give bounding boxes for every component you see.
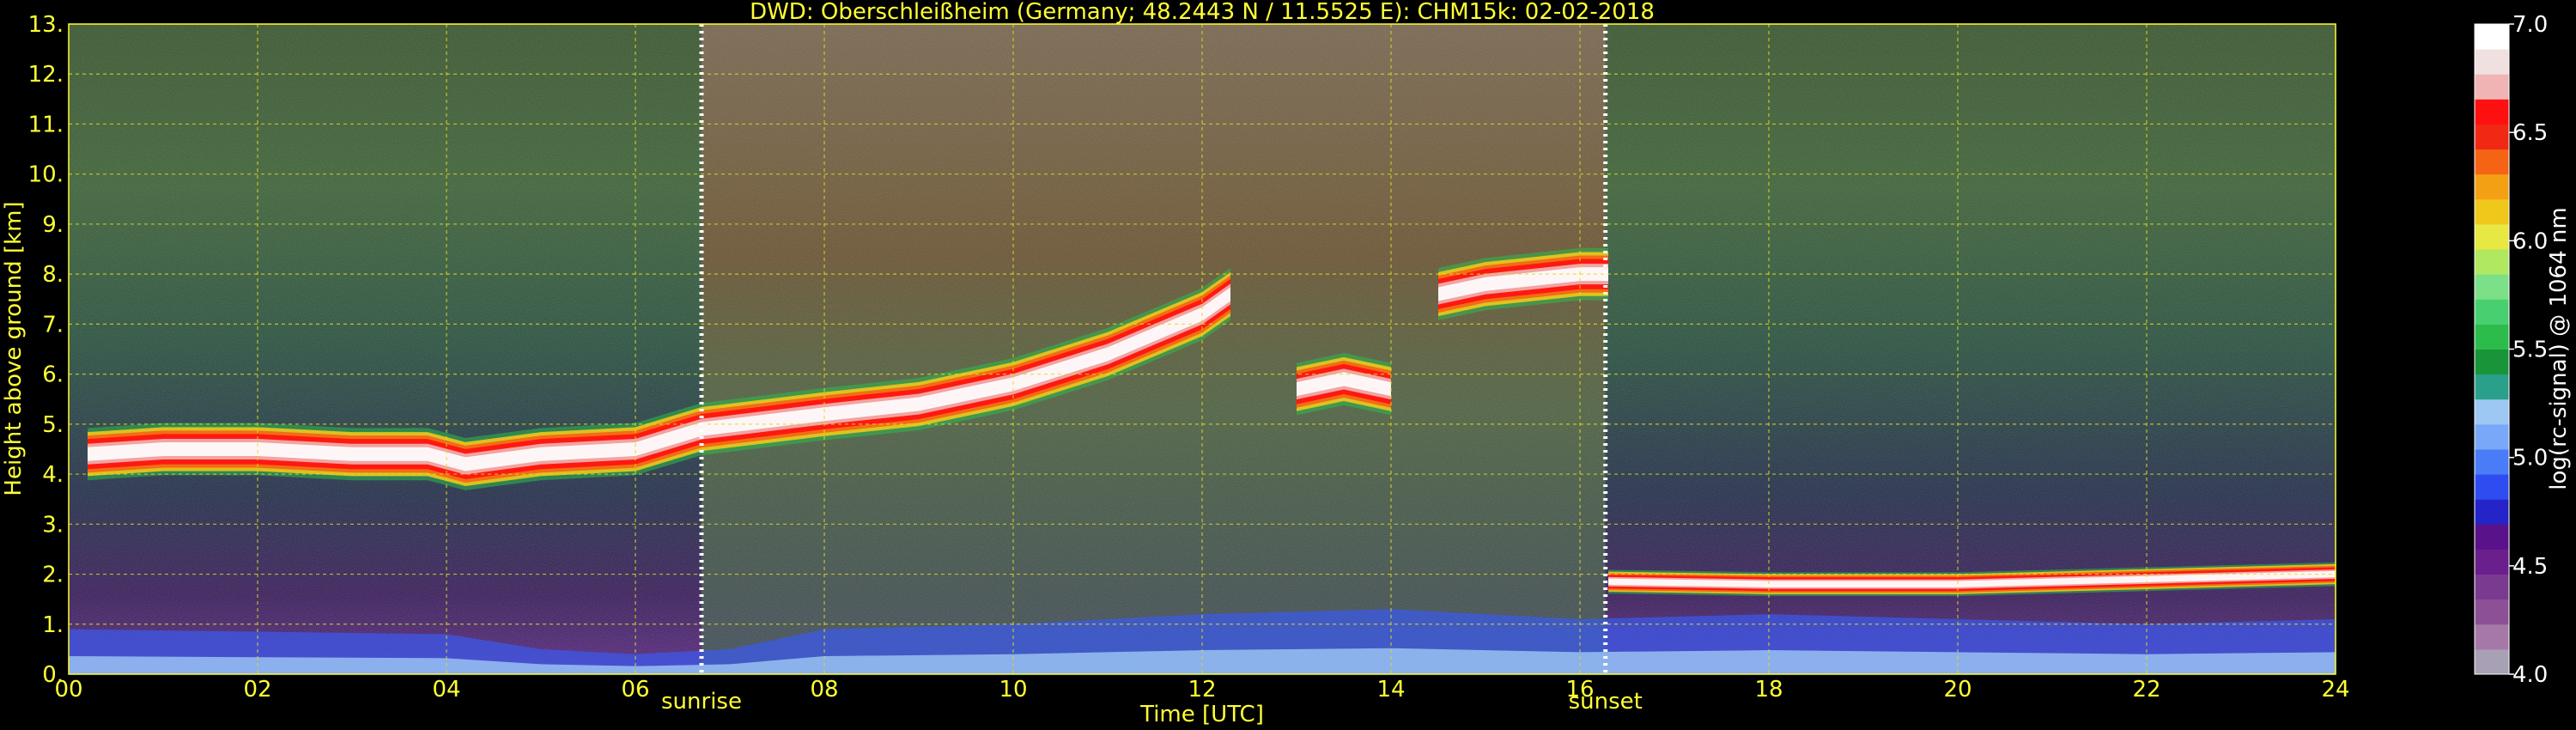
colorbar-segment: [2475, 398, 2509, 425]
x-tick-label: 22: [2132, 677, 2160, 703]
y-tick-label: 9.: [42, 212, 64, 238]
x-tick-label: 08: [810, 677, 838, 703]
y-tick-label: 8.: [42, 262, 64, 288]
colorbar-segment: [2475, 448, 2509, 475]
marker-label-sunrise: sunrise: [661, 689, 742, 715]
colorbar-segment: [2475, 374, 2509, 400]
colorbar-segment: [2475, 223, 2509, 250]
colorbar-segment: [2475, 274, 2509, 300]
x-tick-label: 20: [1943, 677, 1971, 703]
colorbar-label: log(rc-signal) @ 1064 nm: [2546, 207, 2572, 490]
y-tick-label: 11.: [28, 112, 64, 137]
x-tick-label: 16: [1565, 677, 1594, 703]
colorbar-segment: [2475, 99, 2509, 125]
colorbar-segment: [2475, 549, 2509, 575]
colorbar-segment: [2475, 474, 2509, 500]
colorbar-segment: [2475, 299, 2509, 325]
colorbar-tick-label: 4.5: [2512, 554, 2548, 580]
x-tick-label: 00: [54, 677, 82, 703]
ceilometer-chart: sunrise sunset 0.1.2.3.4.5.6.7.8.9.10.11.…: [1, 0, 2572, 727]
x-tick-label: 06: [621, 677, 649, 703]
colorbar-segment: [2475, 74, 2509, 100]
colorbar-segment: [2475, 173, 2509, 200]
colorbar-segment: [2475, 574, 2509, 600]
colorbar-segment: [2475, 324, 2509, 350]
y-tick-label: 1.: [42, 612, 64, 638]
colorbar-tick-label: 5.0: [2512, 446, 2548, 471]
colorbar-segment: [2475, 624, 2509, 650]
colorbar-tick-label: 7.0: [2512, 12, 2548, 38]
colorbar-segment: [2475, 198, 2509, 225]
y-tick-label: 12.: [28, 62, 64, 88]
y-tick-labels: 0.1.2.3.4.5.6.7.8.9.10.11.12.13.: [28, 12, 64, 688]
y-tick-label: 5.: [42, 412, 64, 438]
y-tick-label: 10.: [28, 162, 64, 188]
y-tick-label: 6.: [42, 362, 64, 388]
y-axis-label: Height above ground [km]: [1, 201, 27, 496]
colorbar-tick-label: 6.0: [2512, 228, 2548, 254]
colorbar-segment: [2475, 599, 2509, 625]
x-tick-labels: 00 02 04 06 08 10 12 14 16 18 20 22 24: [54, 677, 2349, 703]
colorbar-segment: [2475, 49, 2509, 75]
x-tick-label: 12: [1188, 677, 1216, 703]
x-tick-label: 14: [1376, 677, 1405, 703]
colorbar: 4.0 4.5 5.0 5.5 6.0 6.5 7.0: [2474, 12, 2548, 688]
x-tick-label: 18: [1754, 677, 1783, 703]
colorbar-tick-label: 6.5: [2512, 120, 2548, 146]
y-tick-label: 2.: [42, 563, 64, 588]
x-tick-label: 04: [432, 677, 460, 703]
x-axis-label: Time [UTC]: [1139, 702, 1264, 727]
colorbar-segment: [2475, 524, 2509, 550]
colorbar-segment: [2475, 499, 2509, 525]
colorbar-segment: [2475, 349, 2509, 375]
colorbar-segment: [2475, 249, 2509, 275]
y-tick-label: 3.: [42, 512, 64, 538]
y-tick-label: 7.: [42, 312, 64, 338]
chart-title: DWD: Oberschleißheim (Germany; 48.2443 N…: [750, 0, 1655, 25]
x-tick-label: 02: [243, 677, 271, 703]
x-tick-label: 10: [999, 677, 1027, 703]
colorbar-tick-label: 4.0: [2512, 662, 2548, 688]
colorbar-segment: [2475, 124, 2509, 150]
colorbar-segment: [2475, 24, 2509, 50]
colorbar-tick-label: 5.5: [2512, 338, 2548, 363]
colorbar-segment: [2475, 648, 2509, 675]
colorbar-segment: [2475, 423, 2509, 450]
colorbar-segment: [2475, 149, 2509, 175]
y-tick-label: 13.: [28, 12, 64, 38]
x-tick-label: 24: [2321, 677, 2349, 703]
y-tick-label: 4.: [42, 462, 64, 488]
